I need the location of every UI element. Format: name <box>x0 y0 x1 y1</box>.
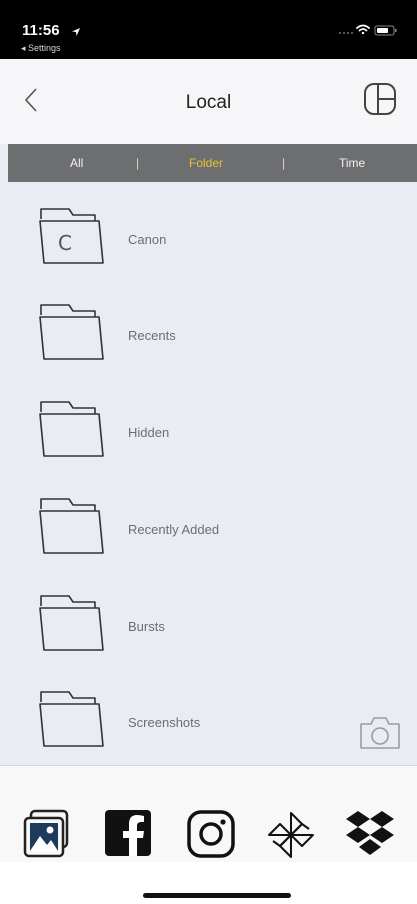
pinwheel-icon[interactable] <box>264 809 318 866</box>
status-time: 11:56 <box>22 22 60 39</box>
folder-label: Canon <box>128 232 167 247</box>
status-bar: 11:56 ◂ Settings <box>0 0 417 59</box>
instagram-icon[interactable] <box>186 809 236 864</box>
signal-icon <box>339 32 353 34</box>
battery-icon <box>374 25 397 36</box>
folder-item-screenshots[interactable]: Screenshots <box>0 665 417 761</box>
folder-label: Hidden <box>128 425 170 440</box>
folder-item-canon[interactable]: C Canon <box>0 182 417 278</box>
tab-all[interactable]: All <box>70 156 83 170</box>
folder-letter: C <box>58 231 72 255</box>
tab-time[interactable]: Time <box>339 156 365 170</box>
folder-item-recently-added[interactable]: Recently Added <box>0 472 417 568</box>
filter-separator: | <box>282 156 286 170</box>
filter-separator: | <box>136 156 140 170</box>
status-icons <box>339 23 399 37</box>
folder-item-hidden[interactable]: Hidden <box>0 375 417 471</box>
nav-bar: Local <box>0 59 417 144</box>
folder-item-recents[interactable]: Recents <box>0 278 417 374</box>
camera-icon[interactable] <box>357 714 403 757</box>
folder-item-bursts[interactable]: Bursts <box>0 569 417 665</box>
folder-icon <box>35 686 107 757</box>
wifi-icon <box>356 24 370 35</box>
home-area <box>0 862 417 904</box>
folder-icon <box>35 396 107 467</box>
facebook-icon[interactable] <box>104 809 152 862</box>
folder-label: Screenshots <box>128 715 201 730</box>
filter-bar: All | Folder | Time <box>8 144 417 182</box>
folder-list: C Canon Recents Hidden Recently Added Bu… <box>0 182 417 764</box>
home-indicator[interactable] <box>143 893 291 898</box>
folder-icon <box>35 299 107 370</box>
source-bar <box>0 766 417 862</box>
folder-icon <box>35 590 107 661</box>
layout-grid-icon[interactable] <box>363 82 397 121</box>
folder-icon <box>35 493 107 564</box>
folder-label: Recently Added <box>128 522 220 537</box>
photos-icon[interactable] <box>22 809 72 864</box>
folder-label: Bursts <box>128 619 165 634</box>
back-to-settings-link[interactable]: ◂ Settings <box>21 43 61 54</box>
dropbox-icon[interactable] <box>343 809 397 864</box>
location-arrow-icon <box>71 24 81 42</box>
folder-label: Recents <box>128 328 176 343</box>
tab-folder[interactable]: Folder <box>189 156 223 170</box>
page-title: Local <box>185 92 232 113</box>
